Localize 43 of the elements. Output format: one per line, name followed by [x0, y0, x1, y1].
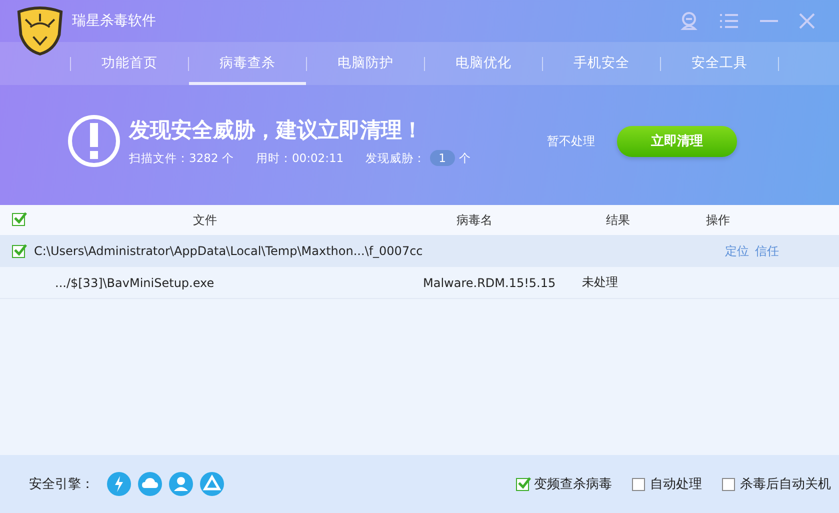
scanned-count: 3282 个 — [189, 150, 234, 166]
ignore-link[interactable]: 暂不处理 — [540, 132, 601, 150]
nav-tab[interactable]: 安全工具 — [661, 42, 778, 85]
file-cell-text: .../$[33]\BavMiniSetup.exe — [54, 276, 216, 290]
option-label: 变频查杀病毒 — [534, 476, 612, 493]
option-checkbox[interactable] — [722, 478, 735, 490]
column-header: 操作 — [705, 212, 731, 228]
action-link[interactable]: 定位 — [725, 242, 749, 260]
option-checkbox[interactable] — [632, 478, 645, 490]
nav-tab[interactable]: 手机安全 — [543, 42, 660, 85]
menu-icon[interactable] — [719, 13, 739, 29]
window-title: 瑞星杀毒软件 — [72, 12, 156, 30]
user-icon[interactable] — [169, 472, 193, 496]
warning-icon — [67, 114, 121, 168]
threats-label: 发现威胁： — [366, 150, 426, 166]
column-header: 病毒名 — [456, 212, 494, 228]
action-link[interactable]: 信任 — [755, 242, 779, 260]
engine-label: 安全引擎： — [29, 476, 94, 493]
option-label: 杀毒后自动关机 — [740, 476, 831, 493]
close-icon[interactable] — [799, 13, 815, 29]
minimize-icon[interactable] — [759, 19, 779, 23]
time-label: 用时： — [256, 150, 292, 166]
row-checkbox[interactable] — [12, 244, 25, 258]
column-header: 结果 — [605, 212, 631, 228]
threat-count-badge: 1 — [430, 150, 455, 166]
clean-button[interactable]: 立即清理 — [616, 126, 737, 156]
column-header: 文件 — [192, 212, 218, 228]
nav-tab[interactable]: 电脑防护 — [307, 42, 424, 85]
option-label: 自动处理 — [650, 476, 702, 493]
virus-name-cell-text: Malware.RDM.15!5.15 — [422, 276, 557, 290]
option-checkbox[interactable] — [516, 478, 529, 490]
nav-tab[interactable]: 功能首页 — [71, 42, 188, 85]
scanned-label: 扫描文件： — [129, 150, 189, 166]
folder-path: C:\Users\Administrator\AppData\Local\Temp\Maxthon...\f_0007cc — [34, 244, 423, 258]
result-cell-text: 未处理 — [582, 274, 619, 291]
nav-tab[interactable]: 电脑优化 — [425, 42, 542, 85]
nav-tab[interactable]: 病毒查杀 — [189, 42, 306, 85]
threats-unit: 个 — [458, 150, 471, 166]
select-all-checkbox[interactable] — [12, 212, 25, 226]
time-value: 00:02:11 — [292, 151, 344, 165]
lightning-icon[interactable] — [107, 472, 131, 496]
cloud-icon[interactable] — [138, 472, 162, 496]
alert-headline: 发现安全威胁，建议立即清理！ — [129, 117, 424, 144]
